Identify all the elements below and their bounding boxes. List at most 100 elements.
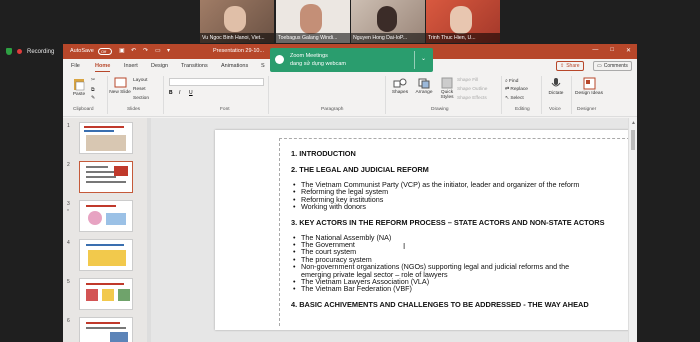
paste-button[interactable]: Paste <box>69 77 89 97</box>
group-slides: Slides <box>127 107 141 112</box>
chevron-down-icon[interactable]: ⌄ <box>421 55 426 62</box>
canvas-scrollbar[interactable]: ▲ <box>628 118 637 342</box>
tab-transitions[interactable]: Transitions <box>181 63 208 69</box>
dictate-label: Dictate <box>548 91 564 96</box>
shapes-label: Shapes <box>391 90 409 95</box>
divider <box>571 76 572 114</box>
section-button[interactable]: Section <box>133 96 149 101</box>
thumb-image <box>118 289 130 301</box>
group-designer: Designer <box>577 107 597 112</box>
thumb-shape <box>88 211 102 225</box>
thumb-image <box>110 332 128 342</box>
design-ideas-button[interactable]: Design Ideas <box>575 77 603 96</box>
cut-icon[interactable]: ✂ <box>91 78 95 83</box>
arrange-button[interactable]: Arrange <box>413 77 435 95</box>
zoom-icon <box>275 55 284 64</box>
slide-thumbnail-selected[interactable]: 2 <box>63 160 149 200</box>
layout-button[interactable]: Layout <box>133 78 147 83</box>
slide-thumbnail[interactable]: 1 <box>63 121 149 161</box>
thumbnail-preview <box>79 239 133 271</box>
replace-button[interactable]: ⇄ Replace <box>505 87 528 92</box>
participant-name: Trinh Thuc Hien, U... <box>426 33 500 43</box>
slide-thumbnail[interactable]: 5 <box>63 277 149 317</box>
shield-icon <box>6 48 12 55</box>
slide-thumbnails-pane: 1 2 3 * 4 5 6 <box>63 118 149 342</box>
thumb-line <box>86 181 126 183</box>
thumb-image <box>86 135 126 151</box>
share-button[interactable]: ⇪ Share <box>556 61 584 71</box>
new-slide-button[interactable]: New Slide <box>109 77 131 95</box>
heading-introduction: 1. INTRODUCTION <box>291 149 356 158</box>
redo-icon[interactable]: ↷ <box>143 47 148 54</box>
tab-animations[interactable]: Animations <box>221 63 248 69</box>
slide-canvas[interactable]: 1. INTRODUCTION 2. THE LEGAL AND JUDICIA… <box>151 118 637 342</box>
shapes-button[interactable]: Shapes <box>389 77 411 95</box>
tab-design[interactable]: Design <box>151 63 168 69</box>
comments-button[interactable]: ▭ Comments <box>593 61 632 71</box>
shape-outline-button[interactable]: Shape Outline <box>457 87 487 92</box>
zoom-webcam-notification[interactable]: Zoom Meetings dang sử dụng webcam ⌄ <box>270 48 433 72</box>
group-drawing: Drawing <box>431 107 449 112</box>
list-item: The Vietnam Bar Federation (VBF) <box>291 285 631 293</box>
thumb-line <box>84 130 114 132</box>
participant-tile[interactable]: Nguyen Hong Dai-IoP... <box>351 0 425 43</box>
animation-star-icon: * <box>67 209 69 215</box>
autosave-toggle[interactable]: Off <box>98 48 112 55</box>
participant-tile[interactable]: Trinh Thuc Hien, U... <box>426 0 500 43</box>
scroll-up-icon[interactable]: ▲ <box>631 120 636 126</box>
thumbnail-preview <box>79 200 133 232</box>
recording-indicator: Recording <box>6 48 54 55</box>
slide-number: 4 <box>67 240 70 246</box>
slide-number: 1 <box>67 123 70 129</box>
reset-button[interactable]: Reset <box>133 87 146 92</box>
tab-insert[interactable]: Insert <box>124 63 138 69</box>
select-button[interactable]: ↖ Select <box>505 96 524 101</box>
dictate-button[interactable]: Dictate <box>545 77 567 96</box>
participant-tile[interactable]: Toebagus Galang Windi... <box>276 0 350 43</box>
slide-thumbnail[interactable]: 6 <box>63 316 149 342</box>
slide[interactable]: 1. INTRODUCTION 2. THE LEGAL AND JUDICIA… <box>215 130 635 330</box>
quick-styles-button[interactable]: Quick Styles <box>437 77 457 100</box>
close-icon[interactable]: ✕ <box>626 47 631 54</box>
divider <box>107 76 108 114</box>
save-icon[interactable]: ▣ <box>119 47 125 54</box>
find-label: Find <box>509 79 519 84</box>
divider <box>414 51 415 69</box>
participant-name: Nguyen Hong Dai-IoP... <box>351 33 425 43</box>
shape-effects-button[interactable]: Shape Effects <box>457 96 487 101</box>
replace-label: Replace <box>510 87 528 92</box>
thumb-line <box>86 283 124 285</box>
group-paragraph: Paragraph <box>321 107 344 112</box>
tab-home[interactable]: Home <box>95 63 111 72</box>
shape-fill-button[interactable]: Shape Fill <box>457 78 478 83</box>
copy-icon[interactable]: ⧉ <box>91 87 94 93</box>
paste-label: Paste <box>72 92 86 97</box>
customize-icon[interactable]: ▾ <box>167 47 170 54</box>
slide-body-text[interactable]: 1. INTRODUCTION 2. THE LEGAL AND JUDICIA… <box>291 149 631 309</box>
slide-thumbnail[interactable]: 4 <box>63 238 149 278</box>
minimize-icon[interactable]: — <box>592 47 598 54</box>
tab-file[interactable]: File <box>71 63 80 69</box>
tab-slideshow[interactable]: S <box>261 63 265 69</box>
group-clipboard: Clipboard <box>73 107 94 112</box>
scrollbar-thumb[interactable] <box>631 130 635 150</box>
maximize-icon[interactable]: □ <box>610 47 614 54</box>
present-icon[interactable]: ▭ <box>155 47 161 54</box>
thumb-shape <box>88 250 126 266</box>
find-button[interactable]: ⌕ Find <box>505 78 518 84</box>
font-family-select[interactable] <box>169 78 264 86</box>
undo-icon[interactable]: ↶ <box>131 47 136 54</box>
arrange-label: Arrange <box>415 90 433 95</box>
heading-key-actors: 3. KEY ACTORS IN THE REFORM PROCESS – ST… <box>291 217 605 227</box>
select-label: Select <box>510 96 524 101</box>
thumbnail-preview <box>79 278 133 310</box>
divider <box>163 76 164 114</box>
thumb-shape <box>106 213 126 225</box>
group-font: Font <box>220 107 230 112</box>
thumb-line <box>86 244 124 246</box>
format-painter-icon[interactable]: ✎ <box>91 96 95 101</box>
new-slide-icon <box>114 77 126 88</box>
participant-tile[interactable]: Vu Ngoc Binh Hanoi, Viet... <box>200 0 274 43</box>
thumb-line <box>86 166 108 168</box>
slide-thumbnail[interactable]: 3 * <box>63 199 149 239</box>
